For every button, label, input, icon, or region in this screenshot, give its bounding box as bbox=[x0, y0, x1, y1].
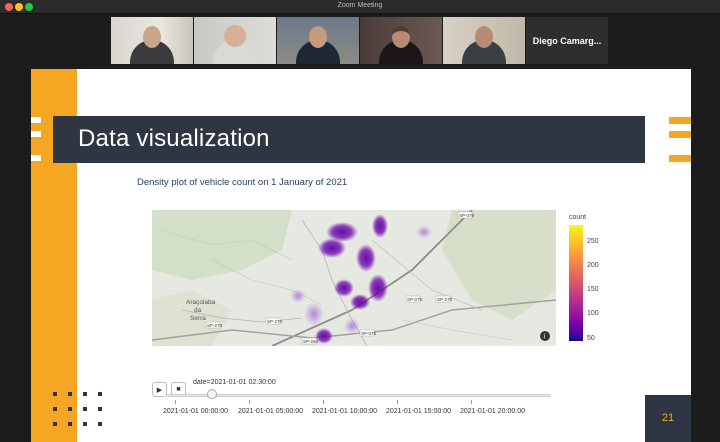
time-slider-handle[interactable] bbox=[207, 389, 217, 399]
window-title: Zoom Meeting bbox=[337, 2, 383, 9]
shared-slide: Data visualization Density plot of vehic… bbox=[31, 69, 691, 442]
density-map[interactable]: Araçoiaba da Serra SP-079 SP-270 SP-270 … bbox=[152, 210, 556, 346]
map-place-label: Araçoiaba bbox=[186, 299, 216, 306]
density-hotspot bbox=[356, 244, 376, 272]
map-road-label: SP-270 bbox=[267, 319, 283, 324]
participant-video-2-speaking[interactable] bbox=[194, 17, 276, 64]
current-frame-label: date=2021-01-01 02:30:00 bbox=[193, 379, 276, 386]
slide-title: Data visualization bbox=[78, 125, 270, 152]
slide-right-accent-stripe bbox=[669, 155, 691, 162]
play-icon: ▶ bbox=[156, 386, 163, 394]
density-hotspot bbox=[372, 214, 388, 238]
colorbar-tick: 100 bbox=[587, 310, 599, 317]
density-map-svg: Araçoiaba da Serra SP-079 SP-270 SP-270 … bbox=[152, 210, 556, 346]
slider-tick bbox=[397, 400, 398, 404]
map-road-label: SP-075 bbox=[361, 331, 377, 336]
stop-icon: ■ bbox=[176, 386, 181, 393]
density-hotspot bbox=[416, 226, 432, 238]
density-hotspot bbox=[368, 274, 388, 302]
slide-page-number-box: 21 bbox=[645, 395, 691, 442]
map-place-label: da bbox=[194, 307, 202, 314]
slide-title-band: Data visualization bbox=[53, 116, 645, 163]
participant-video-4[interactable] bbox=[360, 17, 442, 64]
map-road-label: SP-270 bbox=[437, 297, 453, 302]
slider-tick-label: 2021-01-01 20:00:00 bbox=[460, 408, 525, 415]
window-titlebar: Zoom Meeting bbox=[0, 0, 720, 14]
density-hotspot bbox=[304, 302, 324, 326]
participant-video-3[interactable] bbox=[277, 17, 359, 64]
density-hotspot bbox=[334, 279, 354, 297]
slider-tick-label: 2021-01-01 00:00:00 bbox=[163, 408, 228, 415]
slide-accent-stripe bbox=[31, 117, 41, 123]
slide-accent-stripe bbox=[31, 131, 41, 137]
decorative-dot-grid bbox=[53, 392, 103, 438]
map-place-label: Serra bbox=[190, 315, 206, 322]
map-road-label: SP-264 bbox=[303, 339, 319, 344]
slide-right-accent-stripe bbox=[669, 131, 691, 138]
slider-tick bbox=[175, 400, 176, 404]
participant-video-1[interactable] bbox=[111, 17, 193, 64]
slider-tick-label: 2021-01-01 15:00:00 bbox=[386, 408, 451, 415]
colorbar-tick: 200 bbox=[587, 262, 599, 269]
slider-tick-label: 2021-01-01 10:00:00 bbox=[312, 408, 377, 415]
slider-tick bbox=[471, 400, 472, 404]
slide-accent-stripe bbox=[31, 155, 41, 161]
slide-page-number: 21 bbox=[661, 412, 675, 424]
density-hotspot bbox=[290, 289, 306, 303]
participant-name: Diego Camarg... bbox=[532, 35, 602, 46]
time-slider-track[interactable] bbox=[167, 394, 551, 397]
density-hotspot bbox=[318, 238, 346, 258]
play-button[interactable]: ▶ bbox=[152, 382, 167, 397]
slider-tick bbox=[323, 400, 324, 404]
plot-title: Density plot of vehicle count on 1 Janua… bbox=[137, 177, 348, 188]
slide-right-accent-stripe bbox=[669, 117, 691, 124]
participant-strip: Diego Camarg... bbox=[111, 17, 608, 64]
map-road-label: SP-075 bbox=[407, 297, 423, 302]
colorbar-tick: 50 bbox=[587, 335, 595, 342]
density-hotspot bbox=[344, 318, 360, 334]
participant-video-5[interactable] bbox=[443, 17, 525, 64]
map-road-label: SP-270 bbox=[207, 323, 223, 328]
slider-tick bbox=[249, 400, 250, 404]
colorbar bbox=[569, 225, 583, 341]
map-road-label: SP-079 bbox=[459, 213, 475, 218]
participant-name-tile[interactable]: Diego Camarg... bbox=[526, 17, 608, 64]
colorbar-title: count bbox=[569, 214, 587, 221]
slider-tick-label: 2021-01-01 05:00:00 bbox=[238, 408, 303, 415]
colorbar-tick: 250 bbox=[587, 238, 599, 245]
density-hotspot bbox=[350, 294, 370, 310]
colorbar-tick: 150 bbox=[587, 286, 599, 293]
